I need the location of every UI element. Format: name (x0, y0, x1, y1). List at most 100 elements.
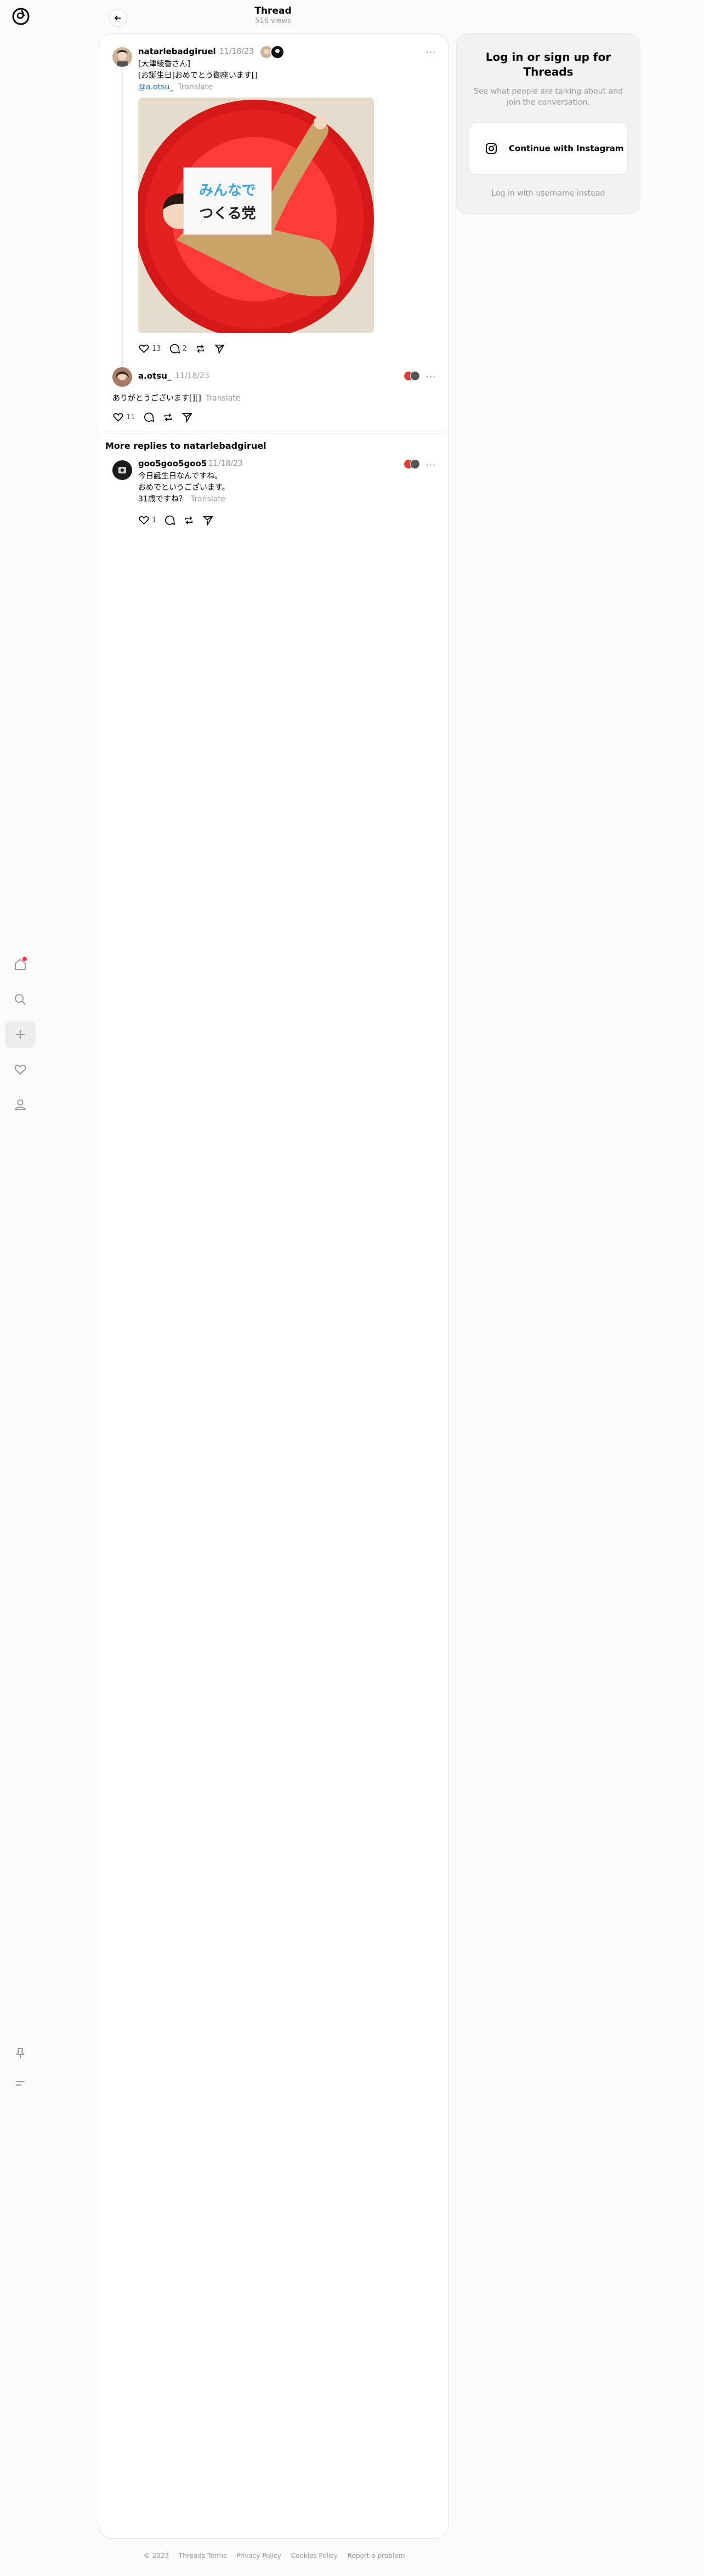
post-actions: 13 2 (138, 343, 225, 355)
post-line: [お誕生日]おめでとう御座います[] (138, 71, 258, 80)
reply-text: ありがとうございます[][] Translate (112, 393, 240, 404)
nav-activity[interactable] (5, 1056, 36, 1083)
repost-icon (196, 345, 204, 353)
nav-pin[interactable] (5, 2040, 36, 2066)
send-icon (203, 516, 213, 526)
sign-line-2: つくる党 (199, 205, 256, 222)
pin-icon (16, 2048, 25, 2058)
heart-icon (139, 345, 149, 353)
instagram-icon (486, 143, 497, 154)
report-problem-link[interactable]: Report a problem (348, 2552, 405, 2560)
like-button[interactable]: 11 (112, 412, 135, 423)
heart-icon (139, 516, 149, 525)
nav-search[interactable] (5, 986, 36, 1013)
reply-button[interactable]: 2 (169, 343, 187, 355)
comment-icon (144, 412, 154, 422)
heart-icon (113, 413, 123, 422)
arrow-left-icon (114, 15, 121, 21)
mention-link[interactable]: @a.otsu_ (138, 83, 173, 92)
page-title: Thread (254, 5, 292, 16)
post-actions: 11 (112, 412, 193, 423)
more-replies-heading: More replies to natarlebadgiruel (105, 441, 266, 451)
like-count: 13 (152, 345, 161, 353)
back-button[interactable] (109, 9, 127, 27)
sign-line-1: みんなで (199, 182, 256, 199)
username[interactable]: a.otsu_ (138, 371, 171, 381)
login-card: Log in or sign up for Threads See what p… (456, 33, 640, 214)
notification-dot (22, 957, 27, 961)
avatar[interactable] (112, 47, 132, 67)
more-options-icon[interactable]: ··· (426, 460, 436, 470)
facepile[interactable] (259, 45, 285, 59)
privacy-link[interactable]: Privacy Policy (236, 2552, 281, 2560)
like-count: 11 (126, 413, 135, 421)
repost-button[interactable] (183, 515, 195, 526)
avatar[interactable] (112, 367, 132, 387)
instagram-button-label: Continue with Instagram (509, 144, 624, 153)
share-button[interactable] (214, 343, 225, 355)
send-icon (181, 413, 192, 423)
search-icon (15, 994, 26, 1005)
reply-line: 今日誕生日なんですね。 (138, 472, 223, 481)
reply-line: おめでというございます。 (138, 483, 230, 492)
continue-with-instagram-button[interactable]: Continue with Instagram (469, 122, 628, 175)
person-icon (14, 1099, 26, 1110)
comment-icon (165, 515, 175, 526)
side-nav (0, 0, 39, 2576)
like-count: 1 (152, 516, 157, 524)
post-text: [大津綾香さん] [お誕生日]おめでとう御座います[] @a.otsu_ Tran… (138, 59, 258, 93)
avatar (270, 45, 285, 59)
repost-icon (185, 516, 193, 524)
avatar (410, 459, 420, 469)
copyright: © 2023 (143, 2552, 169, 2560)
thread-card: natarlebadgiruel 11/18/23 ··· [大津綾香さん] [… (99, 33, 448, 2539)
more-options-icon[interactable]: ··· (426, 47, 436, 58)
facepile[interactable] (404, 371, 420, 381)
avatar[interactable] (112, 460, 132, 480)
share-button[interactable] (202, 515, 214, 526)
like-button[interactable]: 1 (138, 515, 156, 526)
send-icon (214, 345, 225, 355)
more-options-icon[interactable]: ··· (426, 372, 436, 382)
nav-menu[interactable] (5, 2070, 36, 2097)
repost-button[interactable] (162, 412, 174, 423)
login-title: Log in or sign up for Threads (485, 50, 611, 78)
nav-home[interactable] (5, 951, 36, 978)
translate-link[interactable]: Translate (178, 83, 213, 92)
translate-link[interactable]: Translate (191, 495, 226, 504)
view-count: 516 views (255, 17, 291, 25)
post-actions: 1 (138, 515, 214, 526)
share-button[interactable] (181, 412, 193, 423)
like-button[interactable]: 13 (138, 343, 161, 355)
username[interactable]: goo5goo5goo5 (138, 459, 207, 469)
reply-text: 今日誕生日なんですね。 おめでというございます。 31歳ですね？ Translat… (138, 471, 230, 505)
timestamp: 11/18/23 (219, 47, 254, 56)
avatar (410, 371, 420, 381)
comment-icon (169, 344, 180, 354)
timestamp: 11/18/23 (208, 459, 243, 468)
post-line: [大津綾香さん] (138, 60, 190, 68)
reply-line: 31歳ですね？ (138, 495, 186, 504)
thread-line (122, 71, 123, 372)
reply-line: ありがとうございます[][] (112, 394, 201, 403)
reply-button[interactable] (164, 515, 175, 526)
post-image[interactable]: みんなで つくる党 (138, 98, 374, 333)
reply-button[interactable] (143, 412, 155, 423)
cookies-link[interactable]: Cookies Policy (291, 2552, 338, 2560)
plus-icon (16, 1030, 25, 1039)
reply-count: 2 (182, 345, 187, 353)
heart-icon (14, 1064, 26, 1075)
terms-link[interactable]: Threads Terms (179, 2552, 226, 2560)
menu-icon (16, 2081, 25, 2086)
timestamp: 11/18/23 (175, 372, 209, 380)
username[interactable]: natarlebadgiruel (138, 47, 216, 56)
login-subtitle: See what people are talking about and jo… (474, 87, 623, 107)
nav-profile[interactable] (5, 1092, 36, 1118)
footer: © 2023 Threads Terms Privacy Policy Cook… (0, 2552, 548, 2560)
username-login-link[interactable]: Log in with username instead (468, 189, 629, 198)
facepile[interactable] (404, 459, 420, 469)
repost-icon (164, 413, 172, 421)
nav-create[interactable] (5, 1021, 36, 1048)
repost-button[interactable] (195, 343, 206, 355)
translate-link[interactable]: Translate (206, 394, 241, 403)
